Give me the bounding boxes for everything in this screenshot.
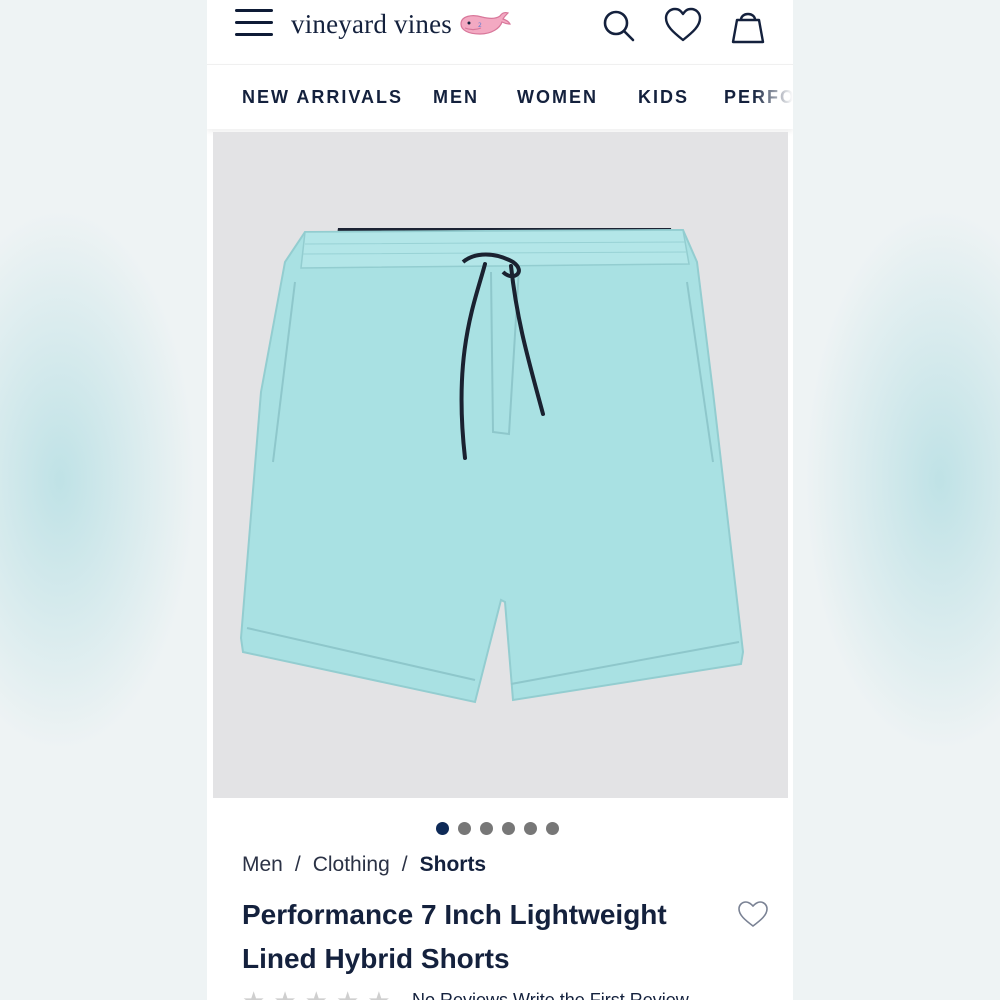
mobile-page: vineyard vines 2 NEW ARRIVALS MEN WOMEN … xyxy=(207,0,793,1000)
search-icon[interactable] xyxy=(599,6,639,46)
rating-stars[interactable]: ★ ★ ★ ★ ★ xyxy=(242,988,399,1000)
gallery-dot-2[interactable] xyxy=(458,822,471,835)
site-header: vineyard vines 2 xyxy=(207,0,793,64)
gallery-dot-3[interactable] xyxy=(480,822,493,835)
nav-item-kids[interactable]: KIDS xyxy=(638,87,689,108)
add-to-wishlist-heart-icon[interactable] xyxy=(737,900,769,928)
product-title-line-2: Lined Hybrid Shorts xyxy=(242,943,510,974)
brand-logo[interactable]: vineyard vines 2 xyxy=(291,6,512,42)
product-image[interactable] xyxy=(213,132,788,798)
breadcrumb-separator: / xyxy=(294,853,301,876)
shopping-bag-icon[interactable] xyxy=(728,6,768,46)
gallery-dot-6[interactable] xyxy=(546,822,559,835)
shorts-illustration xyxy=(239,228,745,704)
star-icon: ★ xyxy=(367,988,390,1000)
product-title: Performance 7 Inch Lightweight Lined Hyb… xyxy=(242,893,712,981)
category-nav: NEW ARRIVALS MEN WOMEN KIDS PERFO xyxy=(207,64,793,129)
breadcrumb-shorts[interactable]: Shorts xyxy=(420,853,487,876)
star-icon: ★ xyxy=(305,988,328,1000)
star-icon: ★ xyxy=(242,988,265,1000)
svg-text:2: 2 xyxy=(478,22,482,29)
gallery-dot-1[interactable] xyxy=(436,822,449,835)
menu-icon[interactable] xyxy=(235,9,273,41)
breadcrumb-men[interactable]: Men xyxy=(242,853,283,876)
review-summary[interactable]: No Reviews Write the First Review xyxy=(412,990,689,1000)
gallery-pagination xyxy=(436,822,568,835)
breadcrumb: Men / Clothing / Shorts xyxy=(242,853,486,877)
star-icon: ★ xyxy=(336,988,359,1000)
nav-item-women[interactable]: WOMEN xyxy=(517,87,598,108)
gallery-dot-4[interactable] xyxy=(502,822,515,835)
nav-item-men[interactable]: MEN xyxy=(433,87,479,108)
breadcrumb-separator: / xyxy=(401,853,408,876)
brand-name: vineyard vines xyxy=(291,8,453,39)
product-title-line-1: Performance 7 Inch Lightweight xyxy=(242,899,667,930)
gallery-dot-5[interactable] xyxy=(524,822,537,835)
nav-scroll-fade xyxy=(753,65,793,129)
heart-icon[interactable] xyxy=(663,6,703,46)
star-icon: ★ xyxy=(273,988,296,1000)
nav-item-new-arrivals[interactable]: NEW ARRIVALS xyxy=(242,87,403,108)
breadcrumb-clothing[interactable]: Clothing xyxy=(313,853,390,876)
whale-logo-icon: 2 xyxy=(460,12,511,35)
